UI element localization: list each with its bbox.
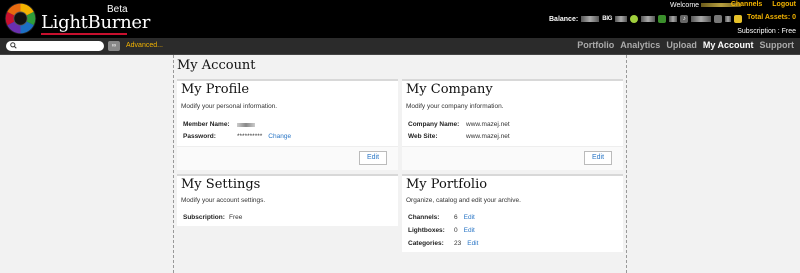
change-password-link[interactable]: Change <box>268 133 291 140</box>
portfolio-card: My Portfolio Organize, catalog and edit … <box>402 174 623 252</box>
profile-card: My Profile Modify your personal informat… <box>177 79 398 170</box>
channels-link[interactable]: Channels <box>731 1 763 8</box>
company-name-value: www.mazej.net <box>466 121 510 128</box>
channels-row: Channels: 6 Edit <box>408 214 475 221</box>
nav-analytics[interactable]: Analytics <box>620 40 660 50</box>
top-header: LightBurner Beta Welcome Channels Logout… <box>0 0 800 38</box>
page-title: My Account <box>177 58 256 73</box>
badge-value-redacted <box>725 16 732 22</box>
subscription-value: Free <box>229 214 243 221</box>
big-label: BIG <box>602 16 613 22</box>
portfolio-title: My Portfolio <box>406 177 488 192</box>
settings-title: My Settings <box>181 177 261 192</box>
music-value-redacted <box>691 16 712 22</box>
member-name-label: Member Name: <box>183 121 230 128</box>
settings-card: My Settings Modify your account settings… <box>177 174 398 226</box>
categories-edit-link[interactable]: Edit <box>467 240 478 247</box>
search-icon <box>10 42 17 49</box>
balance-row: Balance: BIG ♪ <box>549 14 743 24</box>
subscription-label: Subscription: <box>183 214 225 221</box>
lightboxes-label: Lightboxes: <box>408 227 445 234</box>
nav-links: Portfolio Analytics Upload My Account Su… <box>577 40 794 50</box>
password-label: Password: <box>183 133 216 140</box>
total-assets: Total Assets: 0 <box>746 14 796 21</box>
beta-label: Beta <box>107 4 128 15</box>
nav-support[interactable]: Support <box>760 40 795 50</box>
subscription-status: Subscription : Free <box>737 28 796 35</box>
member-name-row: Member Name: <box>183 121 255 128</box>
credit-value-redacted <box>641 16 656 22</box>
balance-label: Balance: <box>549 15 579 23</box>
profile-title: My Profile <box>181 82 250 97</box>
aperture-logo-icon[interactable] <box>4 2 37 35</box>
website-row: Web Site: www.mazej.net <box>408 133 510 140</box>
balance-value-redacted <box>581 16 600 22</box>
lightboxes-row: Lightboxes: 0 Edit <box>408 227 475 234</box>
company-desc: Modify your company information. <box>406 103 504 110</box>
brand-underline <box>41 33 127 35</box>
website-value: www.mazej.net <box>466 133 510 140</box>
company-name-row: Company Name: www.mazej.net <box>408 121 510 128</box>
company-name-label: Company Name: <box>408 121 460 128</box>
company-card: My Company Modify your company informati… <box>402 79 623 170</box>
company-edit-button[interactable]: Edit <box>584 151 612 165</box>
categories-label: Categories: <box>408 240 444 247</box>
password-value: ********** <box>237 133 263 140</box>
channels-label: Channels: <box>408 214 440 221</box>
main-navbar: ∞ Advanced... Portfolio Analytics Upload… <box>0 38 800 55</box>
profile-desc: Modify your personal information. <box>181 103 278 110</box>
box-value-redacted <box>669 16 678 22</box>
password-row: Password: ********** Change <box>183 133 291 140</box>
search-input[interactable] <box>6 41 104 51</box>
top-links: Channels Logout <box>723 1 796 8</box>
green-box-icon <box>658 15 667 23</box>
portfolio-desc: Organize, catalog and edit your archive. <box>406 197 521 204</box>
profile-edit-button[interactable]: Edit <box>359 151 387 165</box>
categories-row: Categories: 23 Edit <box>408 240 478 247</box>
nav-portfolio[interactable]: Portfolio <box>577 40 614 50</box>
nav-my-account[interactable]: My Account <box>703 40 754 50</box>
number-badge-icon <box>714 15 723 23</box>
settings-desc: Modify your account settings. <box>181 197 266 204</box>
content-border-left <box>173 55 174 273</box>
advanced-search-link[interactable]: Advanced... <box>126 42 163 49</box>
yellow-box-icon <box>734 15 743 23</box>
channels-edit-link[interactable]: Edit <box>464 214 475 221</box>
lightboxes-value: 0 <box>454 227 458 234</box>
binoculars-icon[interactable]: ∞ <box>108 41 120 51</box>
company-title: My Company <box>406 82 493 97</box>
content-border-right <box>626 55 627 273</box>
website-label: Web Site: <box>408 133 438 140</box>
subscription-row: Subscription: Free <box>183 214 242 221</box>
music-note-icon: ♪ <box>680 15 689 23</box>
categories-value: 23 <box>454 240 462 247</box>
lightboxes-edit-link[interactable]: Edit <box>464 227 475 234</box>
brand-name: LightBurner <box>41 12 151 33</box>
member-name-redacted <box>237 122 255 127</box>
nav-upload[interactable]: Upload <box>666 40 697 50</box>
channels-value: 6 <box>454 214 458 221</box>
credit-circle-icon <box>630 15 639 23</box>
logout-link[interactable]: Logout <box>772 1 796 8</box>
big-value-redacted <box>615 16 628 22</box>
